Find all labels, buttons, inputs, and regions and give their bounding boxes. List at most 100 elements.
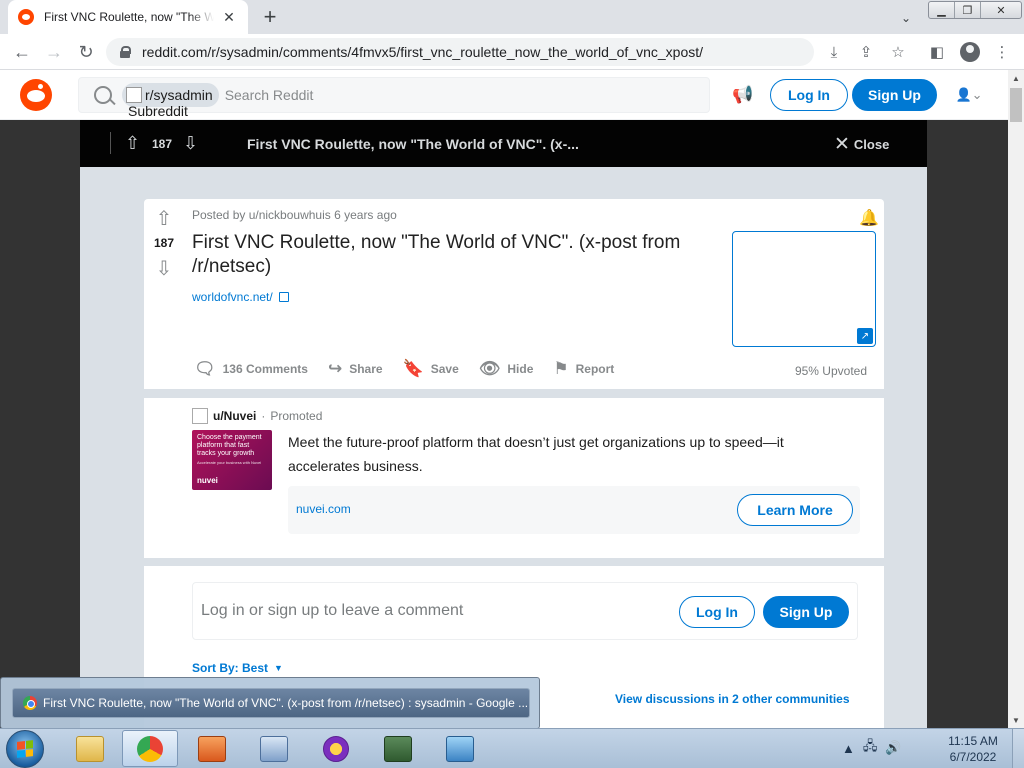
- taskbar-clock[interactable]: 11:15 AM 6/7/2022: [938, 733, 1008, 765]
- page-scrollbar[interactable]: ▲ ▼: [1008, 70, 1024, 728]
- learn-more-button[interactable]: Learn More: [737, 494, 853, 526]
- comment-login-prompt: Log in or sign up to leave a comment: [201, 602, 464, 619]
- ad-creative-sub: Accelerate your business with Nuvei: [197, 460, 262, 465]
- share-icon: ↪: [327, 359, 343, 378]
- post-actions: 🗨 136 Comments ↪ Share 🔖 Save 👁 Hide ⚑ Report: [194, 359, 634, 379]
- task-manager-icon: [384, 735, 412, 762]
- tab-search-chevron-icon[interactable]: ⌄: [896, 8, 916, 28]
- taskbar-chrome[interactable]: [122, 730, 178, 767]
- separator-dot: ·: [261, 409, 266, 423]
- advertiser-line: u/Nuvei · Promoted: [192, 408, 322, 424]
- url-text[interactable]: reddit.com/r/sysadmin/comments/4fmvx5/fi…: [142, 44, 703, 60]
- promoted-post: u/Nuvei · Promoted Choose the payment pl…: [144, 398, 884, 558]
- post-downvote-arrow-icon[interactable]: ⇩: [153, 257, 175, 280]
- search-input[interactable]: Search Reddit: [225, 87, 314, 103]
- ad-creative-brand: nuvei: [197, 476, 218, 485]
- back-arrow-icon[interactable]: ←: [10, 40, 34, 64]
- media-player-icon: [198, 735, 226, 762]
- lock-icon[interactable]: [120, 46, 131, 58]
- browser-tab[interactable]: First VNC Roulette, now "The World of VN…: [8, 0, 248, 34]
- reddit-logo-icon[interactable]: [20, 79, 52, 111]
- sort-by-dropdown[interactable]: Sort By: Best ▼: [192, 661, 283, 675]
- header-login-button[interactable]: Log In: [770, 79, 848, 111]
- volume-icon[interactable]: 🔊: [885, 740, 901, 756]
- taskbar-task-manager[interactable]: [370, 730, 426, 767]
- taskbar-remote-desktop[interactable]: [432, 730, 488, 767]
- share-button[interactable]: ↪ Share: [328, 359, 383, 379]
- hide-button[interactable]: 👁 Hide: [479, 359, 534, 379]
- forward-arrow-icon[interactable]: →: [42, 40, 66, 64]
- profile-avatar-icon[interactable]: [960, 42, 980, 62]
- install-app-icon[interactable]: ⤓: [824, 42, 844, 62]
- ad-text[interactable]: Meet the future-proof platform that does…: [288, 430, 848, 478]
- overlay-score: 187: [152, 137, 173, 151]
- ad-footer[interactable]: nuvei.com Learn More: [288, 486, 860, 534]
- upvote-ratio: 95% Upvoted: [794, 364, 867, 378]
- chrome-menu-icon[interactable]: ⋮: [992, 42, 1012, 62]
- hide-label: Hide: [507, 362, 534, 376]
- notification-bell-icon[interactable]: 🔔: [858, 207, 880, 229]
- downvote-arrow-icon[interactable]: ⇩: [183, 133, 198, 154]
- close-window-icon[interactable]: ✕: [981, 2, 1021, 18]
- comments-label: 136 Comments: [222, 362, 308, 376]
- preview-window-item[interactable]: First VNC Roulette, now "The World of VN…: [12, 688, 530, 718]
- taskbar-media-player[interactable]: [184, 730, 240, 767]
- post-thumbnail[interactable]: ↗: [732, 231, 876, 347]
- external-link-icon: [278, 292, 289, 302]
- restore-icon[interactable]: ❐: [955, 2, 981, 18]
- upvote-arrow-icon[interactable]: ⇧: [125, 133, 140, 154]
- comment-login-button[interactable]: Log In: [679, 596, 755, 628]
- new-tab-button[interactable]: +: [258, 5, 282, 29]
- post-domain-link[interactable]: worldofvnc.net/: [192, 290, 289, 304]
- community-icon-alt-text: Subreddit: [128, 103, 188, 119]
- network-icon[interactable]: 🖧: [863, 737, 878, 759]
- scroll-down-arrow-icon[interactable]: ▼: [1008, 712, 1024, 728]
- tab-close-icon[interactable]: ✕: [220, 8, 238, 26]
- tray-expand-arrow-icon[interactable]: ▲: [842, 741, 855, 756]
- post-meta[interactable]: Posted by u/nickbouwhuis 6 years ago: [192, 208, 397, 222]
- scrollbar-thumb[interactable]: [1010, 88, 1022, 122]
- comment-signup-button[interactable]: Sign Up: [763, 596, 849, 628]
- bookmark-star-icon[interactable]: ☆: [888, 42, 908, 62]
- report-button[interactable]: ⚑ Report: [553, 359, 614, 379]
- sort-by-label: Sort By: Best: [192, 661, 269, 675]
- share-page-icon[interactable]: ⇪: [856, 42, 876, 62]
- address-bar[interactable]: reddit.com/r/sysadmin/comments/4fmvx5/fi…: [106, 38, 814, 66]
- caret-down-icon: ▼: [274, 663, 283, 673]
- post-domain: worldofvnc.net/: [192, 290, 273, 304]
- view-other-discussions-link[interactable]: View discussions in 2 other communities: [615, 692, 850, 706]
- advertiser-avatar[interactable]: [192, 408, 208, 424]
- preview-window-title: First VNC Roulette, now "The World of VN…: [43, 696, 529, 710]
- overlay-close-button[interactable]: ✕ Close: [834, 133, 889, 156]
- taskbar-vpn-app[interactable]: [308, 730, 364, 767]
- ad-creative-image[interactable]: Choose the payment platform that fast tr…: [192, 430, 272, 490]
- minimize-icon[interactable]: ▁: [929, 2, 955, 18]
- search-icon: [94, 86, 112, 104]
- show-desktop-button[interactable]: [1012, 729, 1024, 768]
- ad-domain[interactable]: nuvei.com: [296, 502, 351, 516]
- comments-button[interactable]: 🗨 136 Comments: [194, 359, 308, 379]
- taskbar-onscreen-keyboard[interactable]: [246, 730, 302, 767]
- reload-icon[interactable]: ↻: [74, 40, 98, 64]
- advertise-megaphone-icon[interactable]: 📢: [730, 82, 756, 108]
- divider: [110, 132, 111, 154]
- scroll-up-arrow-icon[interactable]: ▲: [1008, 70, 1024, 86]
- taskbar-explorer[interactable]: [62, 730, 118, 767]
- community-chip-label: r/sysadmin: [145, 87, 213, 103]
- remote-desktop-icon: [446, 735, 474, 762]
- folder-icon: [76, 735, 104, 762]
- user-menu-icon[interactable]: 👤⌄: [948, 82, 990, 108]
- share-label: Share: [349, 362, 383, 376]
- side-panel-icon[interactable]: ◧: [927, 42, 947, 62]
- save-button[interactable]: 🔖 Save: [403, 359, 459, 379]
- taskbar-window-preview[interactable]: First VNC Roulette, now "The World of VN…: [0, 677, 540, 729]
- post-upvote-arrow-icon[interactable]: ⇧: [153, 207, 175, 230]
- browser-tab-strip: First VNC Roulette, now "The World of VN…: [0, 0, 1024, 34]
- post-overlay-bar: ⇧ 187 ⇩ First VNC Roulette, now "The Wor…: [80, 120, 927, 167]
- comment-icon: 🗨: [194, 359, 216, 378]
- advertiser-name[interactable]: u/Nuvei: [213, 409, 256, 423]
- start-button[interactable]: [6, 730, 44, 768]
- header-signup-button[interactable]: Sign Up: [852, 79, 937, 111]
- system-tray: ▲ 🖧 🔊: [842, 737, 902, 759]
- overlay-post-title: First VNC Roulette, now "The World of VN…: [247, 136, 579, 152]
